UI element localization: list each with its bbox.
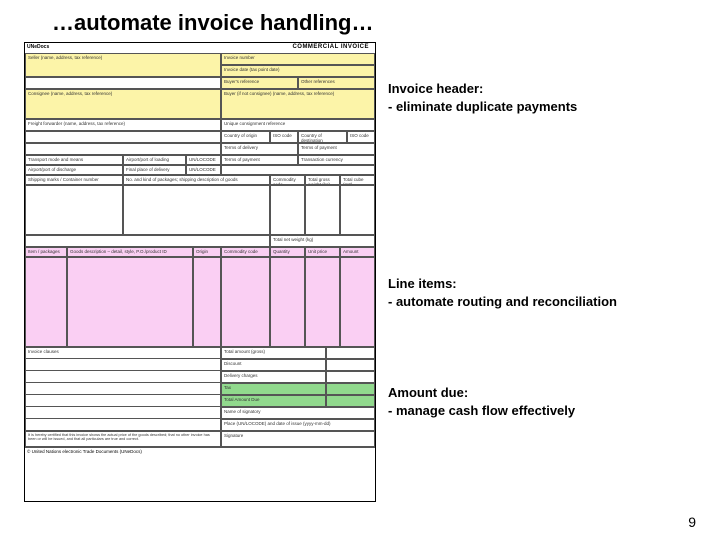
field-commodity: Commodity code: [270, 175, 305, 185]
brand: UNeDocs: [25, 43, 51, 53]
annotation-amount-title: Amount due:: [388, 384, 617, 402]
col-origin: Origin: [193, 247, 221, 257]
field-total-gross: Total amount (gross): [221, 347, 326, 359]
page-title: …automate invoice handling…: [0, 0, 720, 42]
field-tax: Tax: [221, 383, 326, 395]
field-seller: Seller (name, address, tax reference): [25, 53, 221, 77]
field-signature: Signature: [221, 431, 375, 447]
field-marks: Shipping marks / Container number: [25, 175, 123, 185]
field-invoice-date: Invoice date (tax point date): [221, 65, 375, 77]
field-ucr: Unique consignment reference: [221, 119, 375, 131]
field-gross-wt: Total gross weight (kg): [305, 175, 340, 185]
col-price: Unit price: [305, 247, 340, 257]
field-invoice-no: Invoice number: [221, 53, 375, 65]
field-other-ref: Other references: [298, 77, 375, 89]
field-iso2: ISO code: [347, 131, 375, 143]
field-terms-payment: Terms of payment: [298, 143, 375, 155]
annotation-amount-bullet: - manage cash flow effectively: [388, 402, 617, 420]
annotation-amount: Amount due: - manage cash flow effective…: [388, 384, 617, 419]
col-desc: Goods description – detail, style, P.O./…: [67, 247, 193, 257]
field-place-date: Place (UN/LOCODE) and date of issue (yyy…: [221, 419, 375, 431]
field-terms-payment2: Terms of payment: [221, 155, 298, 165]
field-net-wt: Total net weight (kg): [270, 235, 375, 247]
col-item: Item / packages: [25, 247, 67, 257]
field-cube: Total cube (m3): [340, 175, 375, 185]
field-signatory: Name of signatory: [221, 407, 375, 419]
annotation-header-title: Invoice header:: [388, 80, 617, 98]
annotation-header: Invoice header: - eliminate duplicate pa…: [388, 80, 617, 115]
field-total-due: Total Amount Due: [221, 395, 326, 407]
annotation-lines-title: Line items:: [388, 275, 617, 293]
field-delivery-place: Final place of delivery: [123, 165, 186, 175]
field-unlocode1: UN/LOCODE: [186, 155, 221, 165]
field-buyer-ref: Buyer's reference: [221, 77, 298, 89]
field-delivery-chg: Delivery charges: [221, 371, 326, 383]
field-cert: It is hereby certified that this invoice…: [25, 431, 221, 447]
field-freight: Freight forwarder (name, address, tax re…: [25, 119, 221, 131]
field-cod: Country of destination: [298, 131, 347, 143]
field-buyer: Buyer (if not consignee) (name, address,…: [221, 89, 375, 119]
field-consignee: Consignee (name, address, tax reference): [25, 89, 221, 119]
field-loading: Airport/port of loading: [123, 155, 186, 165]
col-commodity: Commodity code: [221, 247, 270, 257]
field-terms-delivery: Terms of delivery: [221, 143, 298, 155]
field-iso: ISO code: [270, 131, 298, 143]
invoice-footer: © United Nations electronic Trade Docume…: [25, 447, 375, 455]
annotation-lines: Line items: - automate routing and recon…: [388, 275, 617, 310]
annotations: Invoice header: - eliminate duplicate pa…: [376, 42, 617, 502]
field-currency: Transaction currency: [298, 155, 375, 165]
annotation-lines-bullet: - automate routing and reconciliation: [388, 293, 617, 311]
content-area: UNeDocs COMMERCIAL INVOICE Seller (name,…: [0, 42, 720, 502]
annotation-header-bullet: - eliminate duplicate payments: [388, 98, 617, 116]
field-unlocode2: UN/LOCODE: [186, 165, 221, 175]
field-discount: Discount: [221, 359, 326, 371]
doc-title: COMMERCIAL INVOICE: [286, 43, 375, 53]
field-coo: Country of origin: [221, 131, 270, 143]
field-transport: Transport mode and means: [25, 155, 123, 165]
col-qty: Quantity: [270, 247, 305, 257]
invoice-form: UNeDocs COMMERCIAL INVOICE Seller (name,…: [24, 42, 376, 502]
field-clauses: Invoice clauses: [25, 347, 221, 359]
page-number: 9: [688, 514, 696, 530]
col-amount: Amount: [340, 247, 375, 257]
field-discharge: Airport/port of discharge: [25, 165, 123, 175]
field-packages: No. and kind of packages; shipping descr…: [123, 175, 270, 185]
